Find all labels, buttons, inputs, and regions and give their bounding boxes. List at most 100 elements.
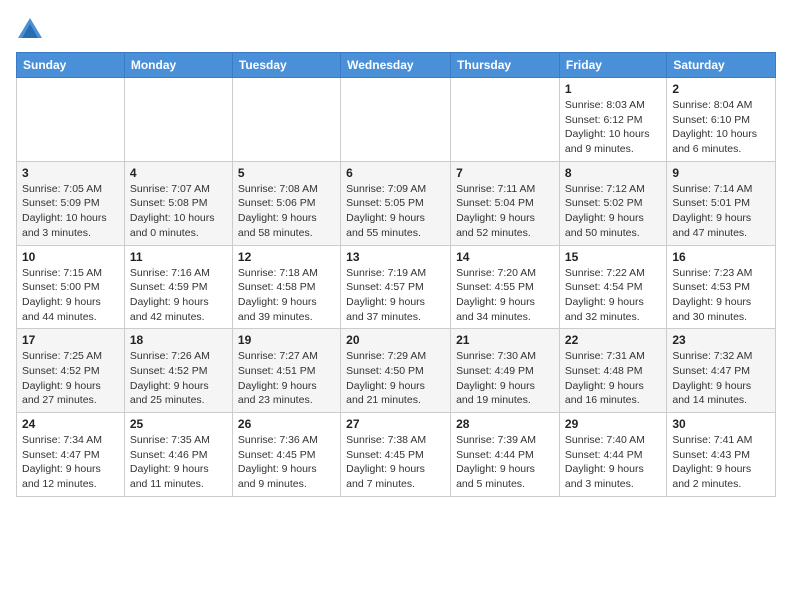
day-number: 13 <box>346 250 445 264</box>
calendar-cell: 20 Sunrise: 7:29 AMSunset: 4:50 PMDayligh… <box>341 329 451 413</box>
day-info: Sunrise: 7:25 AMSunset: 4:52 PMDaylight:… <box>22 349 119 408</box>
calendar-cell <box>341 78 451 162</box>
calendar-table: SundayMondayTuesdayWednesdayThursdayFrid… <box>16 52 776 497</box>
day-number: 24 <box>22 417 119 431</box>
day-info: Sunrise: 7:41 AMSunset: 4:43 PMDaylight:… <box>672 433 770 492</box>
day-info: Sunrise: 8:04 AMSunset: 6:10 PMDaylight:… <box>672 98 770 157</box>
day-info: Sunrise: 7:07 AMSunset: 5:08 PMDaylight:… <box>130 182 227 241</box>
day-info: Sunrise: 7:35 AMSunset: 4:46 PMDaylight:… <box>130 433 227 492</box>
calendar-cell: 18 Sunrise: 7:26 AMSunset: 4:52 PMDayligh… <box>124 329 232 413</box>
day-number: 30 <box>672 417 770 431</box>
day-info: Sunrise: 7:27 AMSunset: 4:51 PMDaylight:… <box>238 349 335 408</box>
calendar-cell: 8 Sunrise: 7:12 AMSunset: 5:02 PMDaylight… <box>559 161 666 245</box>
weekday-header-saturday: Saturday <box>667 53 776 78</box>
calendar-cell: 9 Sunrise: 7:14 AMSunset: 5:01 PMDaylight… <box>667 161 776 245</box>
day-info: Sunrise: 7:26 AMSunset: 4:52 PMDaylight:… <box>130 349 227 408</box>
day-info: Sunrise: 7:34 AMSunset: 4:47 PMDaylight:… <box>22 433 119 492</box>
day-number: 12 <box>238 250 335 264</box>
day-info: Sunrise: 7:38 AMSunset: 4:45 PMDaylight:… <box>346 433 445 492</box>
weekday-header-wednesday: Wednesday <box>341 53 451 78</box>
day-info: Sunrise: 7:14 AMSunset: 5:01 PMDaylight:… <box>672 182 770 241</box>
day-info: Sunrise: 7:12 AMSunset: 5:02 PMDaylight:… <box>565 182 661 241</box>
day-number: 17 <box>22 333 119 347</box>
calendar-cell: 14Sunrise: 7:20 AMSunset: 4:55 PMDayligh… <box>451 245 560 329</box>
day-info: Sunrise: 7:20 AMSunset: 4:55 PMDaylight:… <box>456 266 554 325</box>
calendar-cell: 24 Sunrise: 7:34 AMSunset: 4:47 PMDayligh… <box>17 413 125 497</box>
calendar-cell <box>124 78 232 162</box>
calendar-week-3: 10Sunrise: 7:15 AMSunset: 5:00 PMDayligh… <box>17 245 776 329</box>
day-info: Sunrise: 7:31 AMSunset: 4:48 PMDaylight:… <box>565 349 661 408</box>
day-info: Sunrise: 7:05 AMSunset: 5:09 PMDaylight:… <box>22 182 119 241</box>
calendar-cell: 7Sunrise: 7:11 AMSunset: 5:04 PMDaylight… <box>451 161 560 245</box>
calendar-cell: 12 Sunrise: 7:18 AMSunset: 4:58 PMDayligh… <box>232 245 340 329</box>
calendar-week-2: 3 Sunrise: 7:05 AMSunset: 5:09 PMDaylight… <box>17 161 776 245</box>
day-number: 27 <box>346 417 445 431</box>
day-info: Sunrise: 7:15 AMSunset: 5:00 PMDaylight:… <box>22 266 119 325</box>
calendar-cell: 22 Sunrise: 7:31 AMSunset: 4:48 PMDayligh… <box>559 329 666 413</box>
day-info: Sunrise: 7:30 AMSunset: 4:49 PMDaylight:… <box>456 349 554 408</box>
day-info: Sunrise: 7:16 AMSunset: 4:59 PMDaylight:… <box>130 266 227 325</box>
calendar-cell: 13 Sunrise: 7:19 AMSunset: 4:57 PMDayligh… <box>341 245 451 329</box>
calendar-week-4: 17 Sunrise: 7:25 AMSunset: 4:52 PMDayligh… <box>17 329 776 413</box>
day-info: Sunrise: 7:18 AMSunset: 4:58 PMDaylight:… <box>238 266 335 325</box>
weekday-header-thursday: Thursday <box>451 53 560 78</box>
calendar-cell: 4 Sunrise: 7:07 AMSunset: 5:08 PMDaylight… <box>124 161 232 245</box>
day-number: 4 <box>130 166 227 180</box>
calendar-cell: 16Sunrise: 7:23 AMSunset: 4:53 PMDayligh… <box>667 245 776 329</box>
day-info: Sunrise: 7:09 AMSunset: 5:05 PMDaylight:… <box>346 182 445 241</box>
day-info: Sunrise: 7:22 AMSunset: 4:54 PMDaylight:… <box>565 266 661 325</box>
day-number: 23 <box>672 333 770 347</box>
weekday-header-friday: Friday <box>559 53 666 78</box>
calendar-cell <box>232 78 340 162</box>
day-info: Sunrise: 8:03 AMSunset: 6:12 PMDaylight:… <box>565 98 661 157</box>
day-number: 11 <box>130 250 227 264</box>
day-number: 6 <box>346 166 445 180</box>
weekday-header-sunday: Sunday <box>17 53 125 78</box>
calendar-cell: 21 Sunrise: 7:30 AMSunset: 4:49 PMDayligh… <box>451 329 560 413</box>
day-number: 8 <box>565 166 661 180</box>
day-info: Sunrise: 7:19 AMSunset: 4:57 PMDaylight:… <box>346 266 445 325</box>
calendar-cell: 19 Sunrise: 7:27 AMSunset: 4:51 PMDayligh… <box>232 329 340 413</box>
day-number: 9 <box>672 166 770 180</box>
calendar-cell: 29Sunrise: 7:40 AMSunset: 4:44 PMDayligh… <box>559 413 666 497</box>
calendar-cell: 28 Sunrise: 7:39 AMSunset: 4:44 PMDayligh… <box>451 413 560 497</box>
day-number: 18 <box>130 333 227 347</box>
calendar-cell: 10Sunrise: 7:15 AMSunset: 5:00 PMDayligh… <box>17 245 125 329</box>
day-info: Sunrise: 7:11 AMSunset: 5:04 PMDaylight:… <box>456 182 554 241</box>
day-info: Sunrise: 7:29 AMSunset: 4:50 PMDaylight:… <box>346 349 445 408</box>
calendar-cell: 25 Sunrise: 7:35 AMSunset: 4:46 PMDayligh… <box>124 413 232 497</box>
day-info: Sunrise: 7:08 AMSunset: 5:06 PMDaylight:… <box>238 182 335 241</box>
day-number: 15 <box>565 250 661 264</box>
calendar-cell: 30 Sunrise: 7:41 AMSunset: 4:43 PMDayligh… <box>667 413 776 497</box>
day-number: 5 <box>238 166 335 180</box>
day-number: 3 <box>22 166 119 180</box>
calendar-week-1: 1 Sunrise: 8:03 AMSunset: 6:12 PMDaylight… <box>17 78 776 162</box>
calendar-cell: 1 Sunrise: 8:03 AMSunset: 6:12 PMDaylight… <box>559 78 666 162</box>
logo-icon <box>16 16 44 44</box>
calendar-cell: 3 Sunrise: 7:05 AMSunset: 5:09 PMDaylight… <box>17 161 125 245</box>
calendar-cell: 11 Sunrise: 7:16 AMSunset: 4:59 PMDayligh… <box>124 245 232 329</box>
calendar-week-5: 24 Sunrise: 7:34 AMSunset: 4:47 PMDayligh… <box>17 413 776 497</box>
calendar-cell: 5 Sunrise: 7:08 AMSunset: 5:06 PMDaylight… <box>232 161 340 245</box>
day-info: Sunrise: 7:36 AMSunset: 4:45 PMDaylight:… <box>238 433 335 492</box>
day-number: 22 <box>565 333 661 347</box>
day-number: 19 <box>238 333 335 347</box>
day-number: 29 <box>565 417 661 431</box>
calendar-cell: 6 Sunrise: 7:09 AMSunset: 5:05 PMDaylight… <box>341 161 451 245</box>
day-number: 20 <box>346 333 445 347</box>
calendar-cell <box>451 78 560 162</box>
day-number: 28 <box>456 417 554 431</box>
day-number: 25 <box>130 417 227 431</box>
calendar-cell: 27 Sunrise: 7:38 AMSunset: 4:45 PMDayligh… <box>341 413 451 497</box>
calendar-cell: 17 Sunrise: 7:25 AMSunset: 4:52 PMDayligh… <box>17 329 125 413</box>
calendar-cell: 26Sunrise: 7:36 AMSunset: 4:45 PMDayligh… <box>232 413 340 497</box>
day-number: 21 <box>456 333 554 347</box>
day-number: 16 <box>672 250 770 264</box>
day-number: 2 <box>672 82 770 96</box>
day-number: 1 <box>565 82 661 96</box>
weekday-header-tuesday: Tuesday <box>232 53 340 78</box>
day-info: Sunrise: 7:39 AMSunset: 4:44 PMDaylight:… <box>456 433 554 492</box>
calendar-cell <box>17 78 125 162</box>
calendar-cell: 2 Sunrise: 8:04 AMSunset: 6:10 PMDaylight… <box>667 78 776 162</box>
logo <box>16 16 48 44</box>
